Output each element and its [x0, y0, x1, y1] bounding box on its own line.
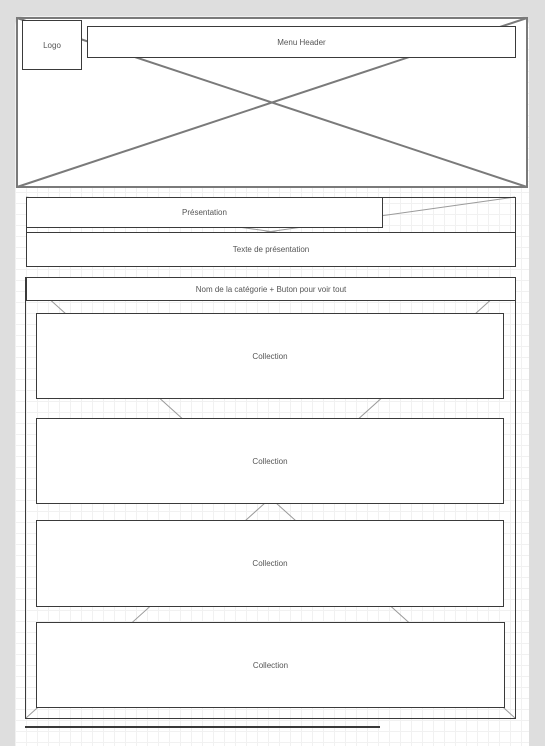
category-header[interactable]: Nom de la catégorie + Buton pour voir to…: [26, 277, 516, 301]
collection-card[interactable]: Collection: [36, 622, 505, 708]
presentation-text: Texte de présentation: [232, 245, 310, 254]
logo-placeholder[interactable]: Logo: [22, 20, 82, 70]
menu-header-label: Menu Header: [277, 37, 326, 47]
collection-label: Collection: [252, 660, 289, 670]
collection-card[interactable]: Collection: [36, 520, 504, 607]
collection-label: Collection: [252, 456, 288, 466]
collection-label: Collection: [252, 351, 288, 361]
category-title: Nom de la catégorie + Buton pour voir to…: [195, 284, 347, 294]
collection-card[interactable]: Collection: [36, 313, 504, 399]
logo-label: Logo: [43, 40, 61, 50]
presentation-text-box: Texte de présentation: [26, 232, 516, 267]
collection-label: Collection: [252, 559, 288, 568]
presentation-title: Présentation: [182, 208, 227, 217]
presentation-title-box: Présentation: [26, 197, 383, 228]
collection-card[interactable]: Collection: [36, 418, 504, 504]
menu-header[interactable]: Menu Header: [87, 26, 516, 58]
